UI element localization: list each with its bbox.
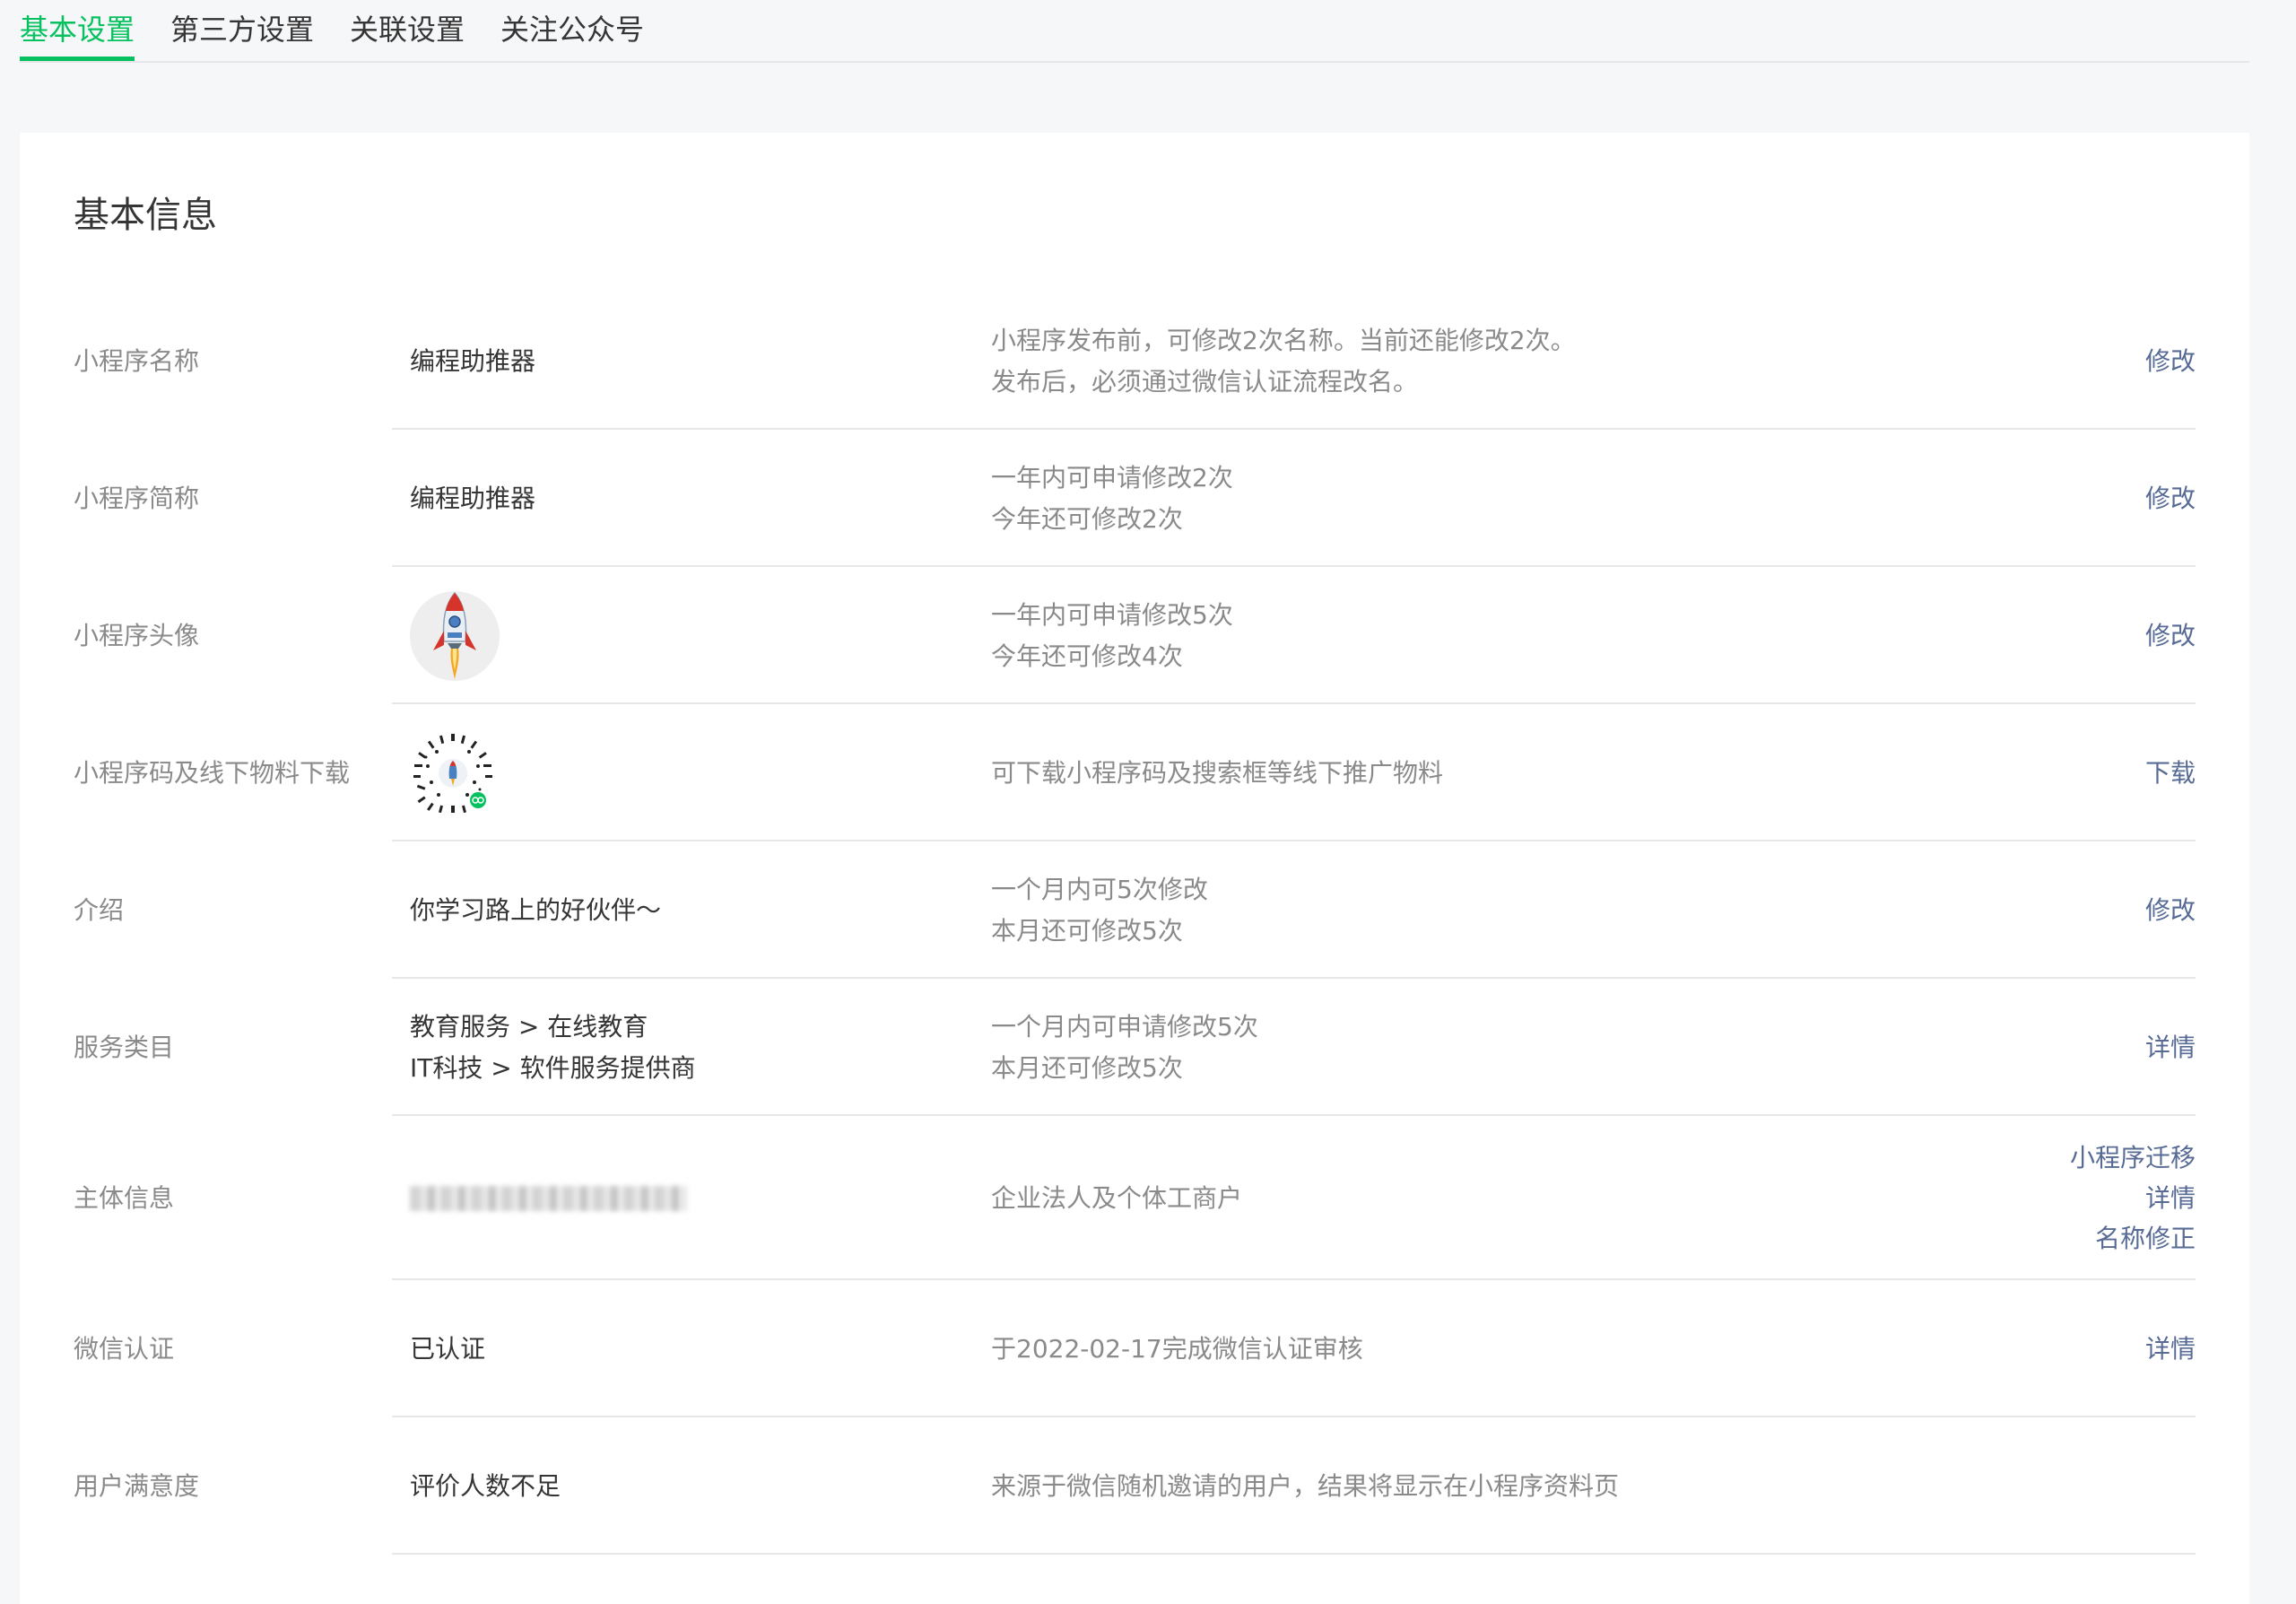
tab-follow-official-account[interactable]: 关注公众号 [500,0,644,59]
row-desc-line: 本月还可修改5次 [991,1052,1183,1083]
details-link[interactable]: 详情 [2145,1329,2196,1369]
row-desc: 一年内可申请修改2次 今年还可修改2次 [991,430,1888,567]
row-desc: 一个月内可申请修改5次 本月还可修改5次 [991,979,1888,1116]
row-desc: 于2022-02-17完成微信认证审核 [991,1280,1888,1417]
info-rows: 小程序名称 编程助推器 小程序发布前，可修改2次名称。当前还能修改2次。 发布后… [20,292,2249,1555]
row-desc-line: 于2022-02-17完成微信认证审核 [991,1333,1363,1364]
basic-info-card: 基本信息 小程序名称 编程助推器 小程序发布前，可修改2次名称。当前还能修改2次… [20,133,2249,1604]
row-value: 已认证 [410,1333,486,1364]
row-value: 教育服务 > 在线教育 IT科技 > 软件服务提供商 [410,979,984,1116]
tab-association-settings[interactable]: 关联设置 [350,0,465,59]
row-value: 评价人数不足 [410,1470,561,1501]
tab-third-party-settings[interactable]: 第三方设置 [170,0,314,59]
row-desc-line: 今年还可修改4次 [991,641,1183,671]
row-desc: 来源于微信随机邀请的用户，结果将显示在小程序资料页 [991,1417,1888,1555]
row-label: 微信认证 [74,1333,175,1364]
card-title: 基本信息 [74,195,217,236]
row-desc-line: 发布后，必须通过微信认证流程改名。 [991,366,1419,397]
row-entity-info: 主体信息 企业法人及个体工商户 小程序迁移 详情 名称修正 [20,1116,2249,1280]
row-desc: 小程序发布前，可修改2次名称。当前还能修改2次。 发布后，必须通过微信认证流程改… [991,292,1888,430]
row-label: 介绍 [74,894,125,925]
modify-link[interactable]: 修改 [2145,478,2196,519]
row-actions: 详情 [1909,979,2196,1116]
row-mini-program-avatar: 小程序头像 一年内可申请修改5次 今年还可修改4次 修改 [20,567,2249,704]
row-value: 编程助推器 [410,483,536,513]
row-mini-program-short-name: 小程序简称 编程助推器 一年内可申请修改2次 今年还可修改2次 修改 [20,430,2249,567]
name-correction-link[interactable]: 名称修正 [2095,1218,2196,1259]
category-line: IT科技 > 软件服务提供商 [410,1052,696,1083]
migrate-link[interactable]: 小程序迁移 [2070,1138,2196,1178]
row-value: 编程助推器 [410,345,536,376]
settings-tabs: 基本设置 第三方设置 关联设置 关注公众号 [20,0,2249,63]
download-link[interactable]: 下载 [2145,753,2196,793]
row-mini-program-name: 小程序名称 编程助推器 小程序发布前，可修改2次名称。当前还能修改2次。 发布后… [20,292,2249,430]
row-value [410,567,984,704]
row-wechat-verification: 微信认证 已认证 于2022-02-17完成微信认证审核 详情 [20,1280,2249,1417]
rocket-icon [433,591,476,679]
blurred-entity-name [410,1185,686,1211]
mini-program-code-icon [412,731,494,815]
row-actions: 修改 [1909,292,2196,430]
row-desc-line: 来源于微信随机邀请的用户，结果将显示在小程序资料页 [991,1470,1620,1501]
row-label: 小程序码及线下物料下载 [74,757,351,788]
row-user-satisfaction: 用户满意度 评价人数不足 来源于微信随机邀请的用户，结果将显示在小程序资料页 [20,1417,2249,1555]
row-label: 服务类目 [74,1032,175,1062]
row-desc-line: 一年内可申请修改5次 [991,599,1233,630]
row-value: 你学习路上的好伙伴～ [410,894,662,925]
row-actions: 修改 [1909,841,2196,979]
row-label: 小程序头像 [74,620,200,650]
row-service-category: 服务类目 教育服务 > 在线教育 IT科技 > 软件服务提供商 一个月内可申请修… [20,979,2249,1116]
row-label: 小程序名称 [74,345,200,376]
row-desc-line: 今年还可修改2次 [991,503,1183,534]
row-actions [1909,1417,2196,1555]
row-desc: 一年内可申请修改5次 今年还可修改4次 [991,567,1888,704]
row-label: 小程序简称 [74,483,200,513]
avatar [410,590,500,681]
row-introduction: 介绍 你学习路上的好伙伴～ 一个月内可5次修改 本月还可修改5次 修改 [20,841,2249,979]
category-line: 教育服务 > 在线教育 [410,1011,648,1042]
row-value [410,1116,984,1280]
details-link[interactable]: 详情 [2145,1027,2196,1068]
row-desc: 可下载小程序码及搜索框等线下推广物料 [991,704,1888,841]
modify-link[interactable]: 修改 [2145,615,2196,656]
row-desc-line: 一个月内可申请修改5次 [991,1011,1258,1042]
row-value [410,704,984,841]
row-desc-line: 小程序发布前，可修改2次名称。当前还能修改2次。 [991,325,1576,355]
tab-basic-settings[interactable]: 基本设置 [20,0,135,61]
details-link[interactable]: 详情 [2145,1178,2196,1218]
row-desc-line: 一个月内可5次修改 [991,874,1208,904]
row-actions: 小程序迁移 详情 名称修正 [1909,1116,2196,1280]
row-desc-line: 一年内可申请修改2次 [991,462,1233,493]
row-desc: 企业法人及个体工商户 [991,1116,1888,1280]
row-actions: 修改 [1909,567,2196,704]
modify-link[interactable]: 修改 [2145,341,2196,381]
row-label: 主体信息 [74,1182,175,1213]
row-actions: 详情 [1909,1280,2196,1417]
modify-link[interactable]: 修改 [2145,890,2196,930]
row-desc: 一个月内可5次修改 本月还可修改5次 [991,841,1888,979]
row-desc-line: 企业法人及个体工商户 [991,1182,1243,1213]
row-mini-program-code: 小程序码及线下物料下载 可下载小程序码及搜索框等线下推广物料 下载 [20,704,2249,841]
row-actions: 修改 [1909,430,2196,567]
row-desc-line: 本月还可修改5次 [991,915,1183,946]
row-label: 用户满意度 [74,1470,200,1501]
row-desc-line: 可下载小程序码及搜索框等线下推广物料 [991,757,1444,788]
row-actions: 下载 [1909,704,2196,841]
